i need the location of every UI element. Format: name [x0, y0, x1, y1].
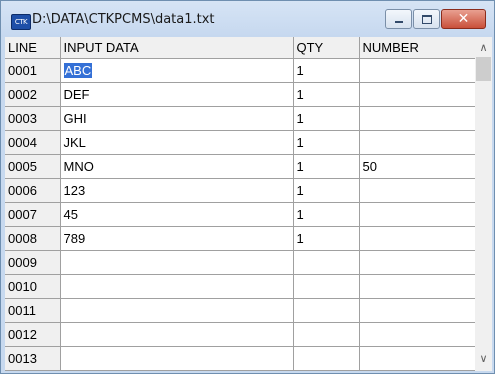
line-number-cell[interactable]: 0002 — [5, 82, 61, 107]
table-row: 0001 ABC 1 — [5, 58, 476, 83]
header-input-data[interactable]: INPUT DATA — [60, 37, 294, 59]
header-line[interactable]: LINE — [5, 37, 61, 59]
line-number-cell[interactable]: 0012 — [5, 322, 61, 347]
title-bar[interactable]: CTK D:\DATA\CTKPCMS\data1.txt ✕ — [1, 1, 494, 37]
input-data-cell[interactable] — [60, 346, 294, 371]
input-data-cell[interactable]: DEF — [60, 82, 294, 107]
selected-text[interactable]: ABC — [63, 63, 93, 78]
line-number-cell[interactable]: 0010 — [5, 274, 61, 299]
line-number-cell[interactable]: 0004 — [5, 130, 61, 155]
number-cell[interactable] — [359, 322, 476, 347]
table-row: 0010 — [5, 274, 476, 299]
header-qty[interactable]: QTY — [293, 37, 360, 59]
data-grid: LINE INPUT DATA QTY NUMBER 0001 ABC 1 0002 D… — [5, 37, 476, 371]
number-cell[interactable] — [359, 202, 476, 227]
input-data-cell[interactable] — [60, 322, 294, 347]
table-row: 0005 MNO 1 50 — [5, 154, 476, 179]
grid-area: LINE INPUT DATA QTY NUMBER 0001 ABC 1 0002 D… — [5, 37, 492, 371]
minimize-button[interactable] — [385, 9, 412, 29]
input-data-cell[interactable]: 123 — [60, 178, 294, 203]
input-data-cell[interactable]: MNO — [60, 154, 294, 179]
qty-cell[interactable] — [293, 250, 360, 275]
qty-cell[interactable]: 1 — [293, 202, 360, 227]
header-number[interactable]: NUMBER — [359, 37, 476, 59]
input-data-cell[interactable]: GHI — [60, 106, 294, 131]
table-row: 0007 45 1 — [5, 202, 476, 227]
line-number-cell[interactable]: 0008 — [5, 226, 61, 251]
table-row: 0008 789 1 — [5, 226, 476, 251]
close-icon: ✕ — [457, 11, 470, 27]
number-cell[interactable] — [359, 106, 476, 131]
input-data-cell[interactable]: JKL — [60, 130, 294, 155]
header-row: LINE INPUT DATA QTY NUMBER — [5, 37, 476, 59]
number-cell[interactable] — [359, 178, 476, 203]
qty-cell[interactable] — [293, 322, 360, 347]
scroll-thumb[interactable] — [476, 57, 491, 81]
line-number-cell[interactable]: 0005 — [5, 154, 61, 179]
qty-cell[interactable]: 1 — [293, 178, 360, 203]
qty-cell[interactable]: 1 — [293, 106, 360, 131]
qty-cell[interactable]: 1 — [293, 82, 360, 107]
qty-cell[interactable]: 1 — [293, 58, 360, 83]
table-row: 0003 GHI 1 — [5, 106, 476, 131]
qty-cell[interactable]: 1 — [293, 226, 360, 251]
input-data-cell[interactable]: ABC — [60, 58, 294, 83]
line-number-cell[interactable]: 0009 — [5, 250, 61, 275]
table-row: 0012 — [5, 322, 476, 347]
table-row: 0009 — [5, 250, 476, 275]
input-data-cell[interactable]: 45 — [60, 202, 294, 227]
qty-cell[interactable] — [293, 274, 360, 299]
table-row: 0013 — [5, 346, 476, 371]
window-title: D:\DATA\CTKPCMS\data1.txt — [32, 12, 215, 27]
number-cell[interactable] — [359, 250, 476, 275]
scroll-down-icon[interactable]: ∨ — [475, 350, 492, 367]
line-number-cell[interactable]: 0011 — [5, 298, 61, 323]
line-number-cell[interactable]: 0001 — [5, 58, 61, 83]
input-data-cell[interactable] — [60, 250, 294, 275]
number-cell[interactable] — [359, 82, 476, 107]
number-cell[interactable] — [359, 226, 476, 251]
line-number-cell[interactable]: 0003 — [5, 106, 61, 131]
close-button[interactable]: ✕ — [441, 9, 486, 29]
line-number-cell[interactable]: 0006 — [5, 178, 61, 203]
line-number-cell[interactable]: 0013 — [5, 346, 61, 371]
vertical-scrollbar[interactable]: ∧ ∨ — [475, 37, 492, 371]
table-row: 0004 JKL 1 — [5, 130, 476, 155]
input-data-cell[interactable] — [60, 298, 294, 323]
app-icon: CTK — [11, 14, 31, 30]
number-cell[interactable] — [359, 346, 476, 371]
number-cell[interactable] — [359, 298, 476, 323]
number-cell[interactable] — [359, 130, 476, 155]
number-cell[interactable]: 50 — [359, 154, 476, 179]
maximize-button[interactable] — [413, 9, 440, 29]
app-window: CTK D:\DATA\CTKPCMS\data1.txt ✕ LINE INP… — [0, 0, 495, 374]
line-number-cell[interactable]: 0007 — [5, 202, 61, 227]
number-cell[interactable] — [359, 58, 476, 83]
number-cell[interactable] — [359, 274, 476, 299]
input-data-cell[interactable]: 789 — [60, 226, 294, 251]
qty-cell[interactable] — [293, 298, 360, 323]
table-row: 0006 123 1 — [5, 178, 476, 203]
table-row: 0011 — [5, 298, 476, 323]
input-data-cell[interactable] — [60, 274, 294, 299]
table-row: 0002 DEF 1 — [5, 82, 476, 107]
qty-cell[interactable] — [293, 346, 360, 371]
qty-cell[interactable]: 1 — [293, 154, 360, 179]
scroll-up-icon[interactable]: ∧ — [475, 39, 492, 56]
qty-cell[interactable]: 1 — [293, 130, 360, 155]
